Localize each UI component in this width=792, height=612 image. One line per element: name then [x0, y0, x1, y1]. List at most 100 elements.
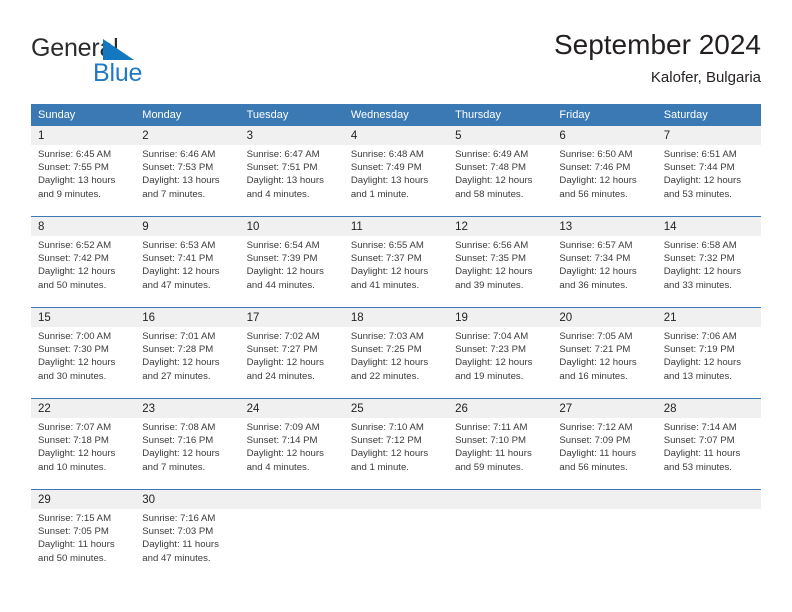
day-number[interactable]: 27 [552, 398, 657, 418]
daylight-text-line1: Daylight: 13 hours [142, 175, 220, 187]
day-number[interactable]: 18 [343, 307, 449, 327]
sunset-text: Sunset: 7:48 PM [455, 162, 527, 174]
day-cell: Sunrise: 7:06 AM Sunset: 7:19 PM Dayligh… [656, 327, 761, 399]
day-number[interactable]: 29 [31, 489, 136, 509]
day-number[interactable]: 17 [239, 307, 344, 327]
sunset-text: Sunset: 7:46 PM [559, 162, 631, 174]
daylight-text-line1: Daylight: 12 hours [246, 448, 324, 460]
day-cell: Sunrise: 6:46 AM Sunset: 7:53 PM Dayligh… [135, 145, 240, 217]
day-number[interactable]: 9 [135, 216, 240, 236]
day-number[interactable]: 1 [31, 126, 136, 145]
sunset-text: Sunset: 7:21 PM [559, 344, 631, 356]
day-number[interactable]: 19 [448, 307, 553, 327]
day-number-empty [656, 489, 761, 509]
day-number[interactable]: 10 [239, 216, 344, 236]
day-number[interactable]: 30 [135, 489, 240, 509]
day-cell-empty [239, 509, 344, 580]
day-cell: Sunrise: 7:14 AM Sunset: 7:07 PM Dayligh… [656, 418, 761, 490]
daylight-text-line2: and 47 minutes. [142, 552, 211, 564]
day-number[interactable]: 21 [656, 307, 761, 327]
daylight-text-line2: and 7 minutes. [142, 188, 206, 200]
sunrise-text: Sunrise: 6:53 AM [142, 240, 216, 251]
day-number[interactable]: 5 [448, 126, 553, 145]
day-number[interactable]: 15 [31, 307, 136, 327]
daylight-text-line2: and 4 minutes. [246, 188, 310, 200]
sunrise-text: Sunrise: 6:48 AM [350, 149, 424, 160]
daylight-text-line2: and 24 minutes. [246, 370, 315, 382]
sunset-text: Sunset: 7:25 PM [350, 344, 422, 356]
daylight-text-line1: Daylight: 12 hours [350, 448, 429, 460]
sunset-text: Sunset: 7:49 PM [350, 162, 422, 174]
day-number[interactable]: 22 [31, 398, 136, 418]
daylight-text-line2: and 58 minutes. [455, 188, 524, 200]
sunrise-text: Sunrise: 7:00 AM [38, 331, 112, 342]
daylight-text-line1: Daylight: 12 hours [246, 357, 324, 369]
weekday-header-tuesday: Tuesday [239, 104, 344, 126]
day-number[interactable]: 23 [135, 398, 240, 418]
sunset-text: Sunset: 7:09 PM [559, 435, 631, 447]
day-number[interactable]: 13 [552, 216, 657, 236]
day-number[interactable]: 3 [239, 126, 344, 145]
daylight-text-line2: and 19 minutes. [455, 370, 524, 382]
day-cell: Sunrise: 7:12 AM Sunset: 7:09 PM Dayligh… [552, 418, 657, 490]
day-number-empty [552, 489, 657, 509]
sunset-text: Sunset: 7:30 PM [38, 344, 109, 356]
day-cell: Sunrise: 7:00 AM Sunset: 7:30 PM Dayligh… [31, 327, 136, 399]
day-cell: Sunrise: 7:01 AM Sunset: 7:28 PM Dayligh… [135, 327, 240, 399]
daylight-text-line1: Daylight: 12 hours [246, 266, 324, 278]
sunset-text: Sunset: 7:51 PM [246, 162, 318, 174]
sunrise-text: Sunrise: 6:45 AM [38, 149, 112, 160]
sunset-text: Sunset: 7:14 PM [246, 435, 318, 447]
sunset-text: Sunset: 7:42 PM [38, 253, 109, 265]
day-number-empty [448, 489, 553, 509]
daylight-text-line2: and 22 minutes. [350, 370, 420, 382]
day-cell: Sunrise: 6:48 AM Sunset: 7:49 PM Dayligh… [343, 145, 449, 217]
day-cell: Sunrise: 7:07 AM Sunset: 7:18 PM Dayligh… [31, 418, 136, 490]
sunrise-text: Sunrise: 7:05 AM [559, 331, 633, 342]
week-3-info-row: Sunrise: 7:00 AM Sunset: 7:30 PM Dayligh… [31, 327, 761, 399]
sunrise-text: Sunrise: 6:57 AM [559, 240, 633, 251]
sunset-text: Sunset: 7:28 PM [142, 344, 214, 356]
calendar-page: General Blue September 2024 Kalofer, Bul… [0, 0, 792, 612]
day-cell: Sunrise: 6:51 AM Sunset: 7:44 PM Dayligh… [656, 145, 761, 217]
sunrise-text: Sunrise: 6:46 AM [142, 149, 216, 160]
daylight-text-line1: Daylight: 11 hours [663, 448, 741, 460]
sunrise-text: Sunrise: 6:51 AM [663, 149, 737, 160]
day-cell: Sunrise: 6:50 AM Sunset: 7:46 PM Dayligh… [552, 145, 657, 217]
daylight-text-line2: and 27 minutes. [142, 370, 211, 382]
day-number[interactable]: 2 [135, 126, 240, 145]
day-cell: Sunrise: 7:09 AM Sunset: 7:14 PM Dayligh… [239, 418, 344, 490]
day-cell-empty [448, 509, 553, 580]
sunset-text: Sunset: 7:27 PM [246, 344, 318, 356]
day-number[interactable]: 14 [656, 216, 761, 236]
day-cell-empty [343, 509, 449, 580]
day-number[interactable]: 7 [656, 126, 761, 145]
day-number[interactable]: 16 [135, 307, 240, 327]
daylight-text-line1: Daylight: 12 hours [455, 175, 533, 187]
day-cell: Sunrise: 7:11 AM Sunset: 7:10 PM Dayligh… [448, 418, 553, 490]
day-number[interactable]: 8 [31, 216, 136, 236]
day-number-empty [343, 489, 449, 509]
day-number[interactable]: 28 [656, 398, 761, 418]
daylight-text-line1: Daylight: 12 hours [38, 266, 116, 278]
day-number[interactable]: 26 [448, 398, 553, 418]
daylight-text-line1: Daylight: 12 hours [142, 357, 220, 369]
sunset-text: Sunset: 7:55 PM [38, 162, 109, 174]
day-cell: Sunrise: 7:02 AM Sunset: 7:27 PM Dayligh… [239, 327, 344, 399]
sunrise-text: Sunrise: 6:47 AM [246, 149, 320, 160]
day-number[interactable]: 24 [239, 398, 344, 418]
general-blue-logo[interactable]: General Blue [31, 34, 211, 87]
day-number[interactable]: 4 [343, 126, 449, 145]
day-number[interactable]: 25 [343, 398, 449, 418]
day-number[interactable]: 11 [343, 216, 449, 236]
day-number[interactable]: 20 [552, 307, 657, 327]
day-cell: Sunrise: 6:56 AM Sunset: 7:35 PM Dayligh… [448, 236, 553, 308]
sunrise-text: Sunrise: 7:10 AM [350, 422, 424, 433]
sunrise-text: Sunrise: 7:15 AM [38, 513, 112, 524]
weekday-header-thursday: Thursday [448, 104, 553, 126]
sunset-text: Sunset: 7:53 PM [142, 162, 214, 174]
day-number[interactable]: 6 [552, 126, 657, 145]
day-number[interactable]: 12 [448, 216, 553, 236]
sunrise-text: Sunrise: 7:03 AM [350, 331, 424, 342]
daylight-text-line2: and 53 minutes. [663, 461, 732, 473]
